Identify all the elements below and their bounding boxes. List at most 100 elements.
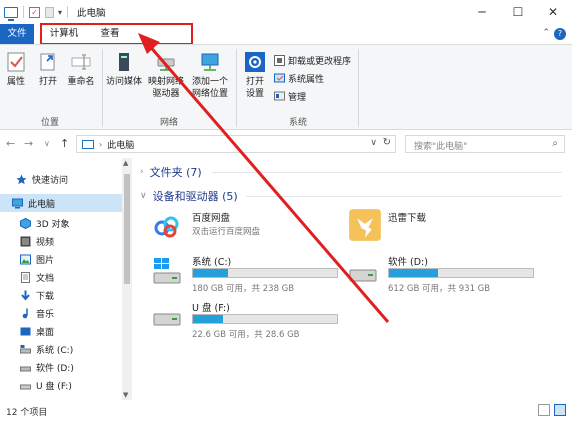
sidebar-item-drive-c[interactable]: 系统 (C:) bbox=[0, 340, 122, 358]
divider bbox=[67, 6, 69, 18]
ribbon-divider bbox=[236, 49, 237, 127]
xunlei-download-item[interactable]: 迅雷下载 bbox=[348, 209, 548, 248]
annotation-highlight-box bbox=[40, 23, 193, 45]
window-title: 此电脑 bbox=[77, 8, 106, 19]
tab-file[interactable]: 文件 bbox=[0, 24, 34, 44]
sidebar-item-label: 下载 bbox=[36, 291, 55, 302]
drive-usage-bar bbox=[388, 268, 534, 278]
refresh-icon[interactable]: ↻ bbox=[383, 137, 391, 148]
sidebar-item-label: 系统 (C:) bbox=[36, 345, 74, 356]
sidebar-item-desktop[interactable]: 桌面 bbox=[0, 322, 122, 340]
ribbon-divider bbox=[358, 49, 359, 127]
add-location-label: 添加一个 bbox=[191, 77, 228, 87]
ribbon-group-system: 打开 设置 卸载或更改程序 系统属性 管理 系统 bbox=[238, 45, 358, 131]
open-icon bbox=[40, 53, 55, 71]
system-properties-icon bbox=[274, 73, 285, 82]
manage-button[interactable]: 管理 bbox=[274, 89, 306, 103]
forward-arrow-icon[interactable]: → bbox=[24, 137, 33, 150]
system-properties-button[interactable]: 系统属性 bbox=[274, 71, 324, 85]
sidebar-item-music[interactable]: 音乐 bbox=[0, 304, 122, 322]
ribbon-collapse-icon[interactable]: ⌃ bbox=[542, 28, 550, 38]
divider bbox=[212, 172, 562, 173]
baidu-netdisk-item[interactable]: 百度网盘 双击运行百度网盘 bbox=[152, 210, 342, 248]
navigation-pane: 快速访问 此电脑 3D 对象 视频 图片 文档 下载 音乐 桌面 系统 (C:)… bbox=[0, 158, 122, 400]
sidebar-item-quick-access[interactable]: 快速访问 bbox=[0, 170, 122, 188]
content-pane: › 文件夹 (7) ∨ 设备和驱动器 (5) 百度网盘 双击运行百度网盘 迅雷下… bbox=[136, 158, 572, 400]
drive-name: U 盘 (F:) bbox=[192, 303, 230, 314]
rename-button[interactable]: 重命名 bbox=[64, 51, 98, 88]
properties-button[interactable]: 属性 bbox=[2, 51, 30, 88]
address-dropdown-icon[interactable]: ∨ bbox=[370, 138, 377, 148]
divider bbox=[246, 196, 562, 197]
help-icon[interactable]: ? bbox=[554, 28, 566, 40]
sidebar-item-usb-drive-f[interactable]: U 盘 (F:) bbox=[0, 376, 122, 394]
picture-icon bbox=[20, 254, 31, 264]
manage-label: 管理 bbox=[288, 92, 307, 103]
drive-usage-fill bbox=[193, 269, 228, 277]
address-path: 此电脑 bbox=[107, 140, 135, 151]
maximize-button[interactable]: ☐ bbox=[498, 2, 538, 22]
star-icon bbox=[16, 174, 27, 184]
sidebar-item-pictures[interactable]: 图片 bbox=[0, 250, 122, 268]
media-server-icon bbox=[119, 53, 129, 71]
rename-label: 重命名 bbox=[67, 77, 95, 87]
usb-drive-icon bbox=[20, 384, 31, 389]
properties-label: 属性 bbox=[6, 77, 25, 87]
close-button[interactable]: ✕ bbox=[533, 2, 572, 22]
properties-quick-icon[interactable]: ✓ bbox=[29, 6, 40, 18]
drive-icon bbox=[20, 344, 31, 353]
recent-dropdown-icon[interactable]: ∨ bbox=[44, 139, 50, 148]
chevron-down-icon[interactable]: ∨ bbox=[140, 191, 147, 201]
open-button[interactable]: 打开 bbox=[34, 51, 62, 88]
usb-drive-f-item[interactable]: U 盘 (F:) 22.6 GB 可用，共 28.6 GB bbox=[152, 300, 372, 340]
quick-access-dropdown-icon[interactable]: ▾ bbox=[58, 8, 62, 17]
folders-group-header[interactable]: › 文件夹 (7) bbox=[140, 164, 202, 180]
pc-icon bbox=[82, 139, 94, 149]
sidebar-item-this-pc[interactable]: 此电脑 bbox=[0, 194, 122, 212]
chevron-right-icon[interactable]: › bbox=[99, 140, 102, 149]
open-settings-button[interactable]: 打开 设置 bbox=[240, 51, 270, 100]
title-bar: ✓ ▾ 此电脑 ─ ☐ ✕ bbox=[0, 0, 572, 24]
new-folder-quick-icon[interactable] bbox=[45, 6, 54, 18]
devices-group-header[interactable]: ∨ 设备和驱动器 (5) bbox=[140, 188, 238, 204]
add-network-location-button[interactable]: 添加一个 网络位置 bbox=[188, 51, 232, 100]
search-input[interactable]: 搜索"此电脑" ⌕ bbox=[405, 135, 565, 153]
drive-d-item[interactable]: 软件 (D:) 612 GB 可用，共 931 GB bbox=[348, 254, 548, 294]
divider bbox=[23, 6, 24, 18]
sidebar-item-documents[interactable]: 文档 bbox=[0, 268, 122, 286]
sidebar-item-downloads[interactable]: 下载 bbox=[0, 286, 122, 304]
baidu-netdisk-icon bbox=[154, 216, 179, 238]
up-arrow-icon[interactable]: ↑ bbox=[60, 137, 69, 150]
desktop-icon bbox=[20, 327, 31, 335]
chevron-right-icon[interactable]: › bbox=[140, 167, 144, 177]
scroll-up-arrow-icon[interactable]: ▲ bbox=[123, 159, 128, 167]
scroll-down-arrow-icon[interactable]: ▼ bbox=[123, 391, 128, 399]
sidebar-item-drive-d[interactable]: 软件 (D:) bbox=[0, 358, 122, 376]
network-drive-icon bbox=[157, 58, 175, 71]
drive-usage-fill bbox=[389, 269, 438, 277]
baidu-name: 百度网盘 bbox=[192, 213, 231, 224]
map-network-drive-button[interactable]: 映射网络 驱动器 bbox=[146, 51, 186, 100]
tiles-view-icon[interactable] bbox=[554, 404, 566, 416]
drive-icon bbox=[349, 269, 377, 282]
add-location-label-2: 网络位置 bbox=[191, 89, 228, 99]
minimize-button[interactable]: ─ bbox=[462, 2, 502, 22]
system-properties-label: 系统属性 bbox=[288, 74, 325, 85]
sidebar-item-3d-objects[interactable]: 3D 对象 bbox=[0, 214, 122, 232]
sidebar-scrollbar[interactable]: ▲ ▼ bbox=[122, 158, 132, 400]
search-icon[interactable]: ⌕ bbox=[552, 138, 558, 149]
details-view-icon[interactable] bbox=[538, 404, 550, 416]
access-media-button[interactable]: 访问媒体 bbox=[104, 51, 144, 88]
xunlei-name: 迅雷下载 bbox=[388, 213, 427, 224]
scrollbar-thumb[interactable] bbox=[124, 174, 130, 284]
address-row: ← → ∨ ↑ › 此电脑 ∨ ↻ 搜索"此电脑" ⌕ bbox=[0, 131, 572, 157]
settings-gear-icon bbox=[245, 52, 265, 72]
document-icon bbox=[21, 271, 30, 283]
drive-c-item[interactable]: 系统 (C:) 180 GB 可用，共 238 GB bbox=[152, 254, 352, 294]
back-arrow-icon[interactable]: ← bbox=[6, 137, 15, 150]
uninstall-program-button[interactable]: 卸载或更改程序 bbox=[274, 53, 351, 67]
uninstall-icon bbox=[274, 54, 285, 66]
drive-space-info: 22.6 GB 可用，共 28.6 GB bbox=[192, 330, 300, 340]
address-bar[interactable]: › 此电脑 ∨ ↻ bbox=[76, 135, 396, 153]
sidebar-item-videos[interactable]: 视频 bbox=[0, 232, 122, 250]
